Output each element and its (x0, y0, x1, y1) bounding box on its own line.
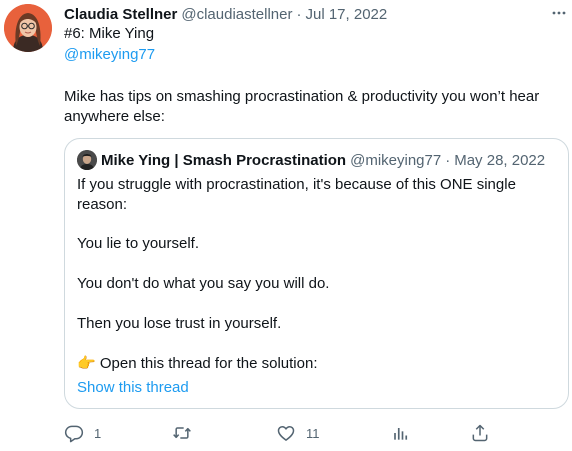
quote-text-line: If you struggle with procrastination, it… (77, 176, 516, 193)
tweet-text-line: Mike has tips on smashing procrastinatio… (64, 88, 540, 105)
tweet-text-line: #6: Mike Ying (64, 25, 155, 42)
quote-author-handle[interactable]: @mikeying77 (350, 152, 441, 169)
reply-button[interactable]: 1 (64, 422, 101, 444)
share-button[interactable] (470, 422, 490, 444)
quote-author-name[interactable]: Mike Ying | Smash Procrastination (101, 152, 346, 169)
quote-text-line: Then you lose trust in yourself. (77, 315, 282, 332)
like-icon (276, 423, 296, 443)
header-separator: · (296, 5, 302, 23)
like-button[interactable]: 11 (276, 422, 320, 444)
author-avatar[interactable] (4, 4, 52, 52)
quote-author-avatar[interactable] (77, 150, 97, 170)
tweet-text-line: anywhere else: (64, 108, 165, 125)
author-handle[interactable]: @claudiastellner (181, 6, 292, 23)
quote-text-line: reason: (77, 196, 128, 213)
quote-text-line: 👉 Open this thread for the solution: (77, 354, 318, 374)
retweet-icon (172, 423, 192, 443)
quote-header-separator: · (445, 151, 451, 169)
like-count: 11 (306, 425, 320, 441)
reply-count: 1 (94, 425, 102, 441)
more-icon[interactable] (550, 6, 568, 20)
tweet-header: Claudia Stellner @claudiastellner · Jul … (64, 4, 387, 24)
reply-icon (64, 423, 84, 443)
mention-link[interactable]: @mikeying77 (64, 45, 155, 65)
quoted-tweet[interactable]: Mike Ying | Smash Procrastination @mikey… (64, 138, 569, 409)
share-icon (470, 423, 490, 443)
show-thread-link[interactable]: Show this thread (77, 378, 189, 398)
quote-text-segment: Open this thread for the solution: (99, 355, 318, 372)
tweet[interactable]: Claudia Stellner @claudiastellner · Jul … (0, 0, 572, 451)
tweet-date[interactable]: Jul 17, 2022 (306, 6, 388, 23)
author-name[interactable]: Claudia Stellner (64, 6, 177, 23)
quote-date[interactable]: May 28, 2022 (454, 152, 545, 169)
analytics-button[interactable] (390, 422, 410, 444)
analytics-icon (390, 423, 410, 443)
quote-header: Mike Ying | Smash Procrastination @mikey… (77, 149, 545, 171)
quote-text-line: You lie to yourself. (77, 235, 200, 252)
quote-text-line: You don't do what you say you will do. (77, 275, 330, 292)
pointing-hand-emoji: 👉 (77, 355, 96, 372)
retweet-button[interactable] (172, 422, 202, 444)
